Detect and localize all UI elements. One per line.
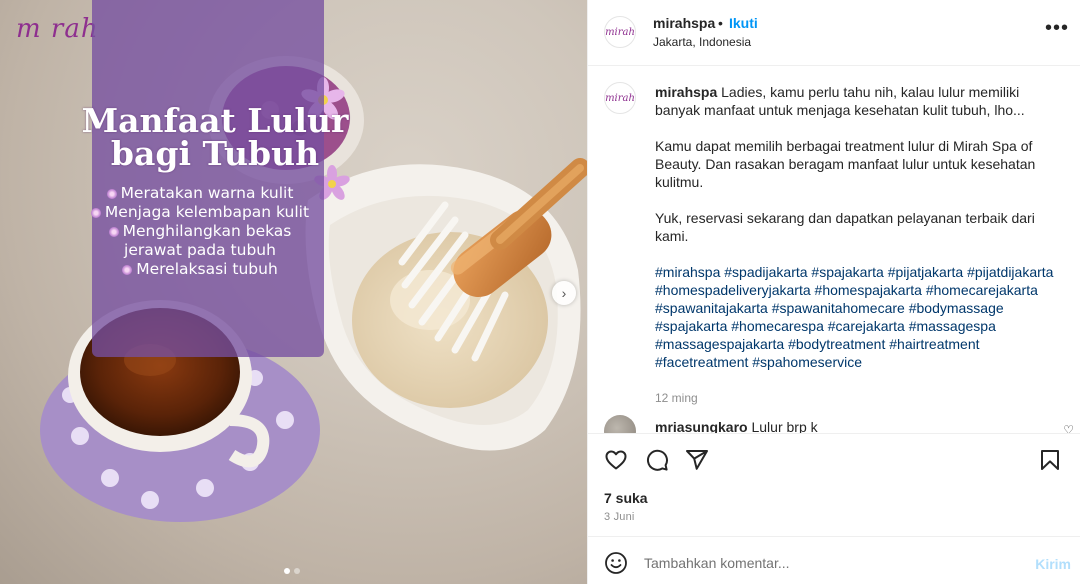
caption-avatar[interactable]: mirah (604, 82, 636, 114)
caption-username[interactable]: mirahspa (655, 84, 717, 100)
flower-bullet-icon (122, 265, 133, 275)
chevron-right-icon: › (561, 285, 567, 301)
header-username[interactable]: mirahspa (653, 15, 715, 31)
post-side-panel: mirah mirahspa • Ikuti Jakarta, Indonesi… (587, 0, 1080, 584)
benefit-item: Meratakan warna kulit (84, 184, 316, 203)
benefit-item: Merelaksasi tubuh (84, 260, 316, 279)
post-headline: Manfaat Lulur bagi Tubuh (60, 104, 370, 170)
post-actions: 7 suka 3 Juni (588, 433, 1080, 536)
benefit-item: Menjaga kelembapan kulit (84, 203, 316, 222)
more-options-icon[interactable]: ••• (1045, 18, 1069, 38)
flower-bullet-icon (106, 189, 117, 199)
avatar[interactable]: mirah (604, 16, 636, 48)
flower-bullet-icon (90, 208, 101, 218)
next-slide-button[interactable]: › (552, 281, 576, 305)
flower-bullet-icon (108, 227, 119, 237)
comments-section[interactable]: mirah mirahspa Ladies, kamu perlu tahu n… (588, 67, 1080, 433)
post-date[interactable]: 3 Juni (604, 511, 635, 523)
post-caption: mirahspa Ladies, kamu perlu tahu nih, ka… (655, 83, 1061, 407)
headline-line-1: Manfaat Lulur (81, 101, 349, 140)
location-link[interactable]: Jakarta, Indonesia (653, 35, 751, 49)
benefit-item-continued: jerawat pada tubuh (124, 241, 276, 259)
comment-like-icon[interactable]: ♡ (1063, 423, 1074, 433)
post-comment-button[interactable]: Kirim (1035, 556, 1071, 572)
likes-count[interactable]: 7 suka (604, 490, 648, 506)
comment-avatar[interactable] (604, 415, 636, 433)
save-bookmark-icon[interactable] (1038, 448, 1062, 472)
follow-button[interactable]: Ikuti (729, 15, 758, 31)
comment-bubble-icon[interactable] (645, 448, 669, 472)
benefit-item: Menghilangkan bekas (84, 222, 316, 241)
caption-hashtags[interactable]: #mirahspa #spadijakarta #spajakarta #pij… (655, 263, 1061, 371)
pager-dot-active (284, 568, 290, 574)
share-send-icon[interactable] (685, 448, 709, 472)
like-heart-icon[interactable] (604, 448, 628, 472)
post-media[interactable]: m rah Manfaat Lulur bagi Tubuh Meratakan… (0, 0, 587, 584)
purple-overlay-panel (92, 0, 324, 357)
emoji-icon[interactable] (604, 551, 628, 575)
caption-paragraph-2: Kamu dapat memilih berbagai treatment lu… (655, 138, 1036, 190)
comment-input[interactable] (644, 550, 1024, 576)
carousel-pager (284, 568, 300, 574)
brand-logo: m rah (16, 14, 99, 44)
comment-username[interactable]: mriasungkaro (655, 419, 748, 433)
headline-line-2: bagi Tubuh (110, 134, 320, 173)
separator-dot: • (718, 15, 723, 31)
pager-dot (294, 568, 300, 574)
caption-paragraph-3: Yuk, reservasi sekarang dan dapatkan pel… (655, 210, 1035, 244)
add-comment-bar: Kirim (588, 536, 1080, 584)
caption-timestamp[interactable]: 12 ming (655, 389, 1061, 407)
benefits-list: Meratakan warna kulit Menjaga kelembapan… (84, 184, 316, 279)
comment-text: mriasungkaro Lulur brp k (655, 419, 818, 433)
post-header: mirah mirahspa • Ikuti Jakarta, Indonesi… (588, 0, 1080, 66)
